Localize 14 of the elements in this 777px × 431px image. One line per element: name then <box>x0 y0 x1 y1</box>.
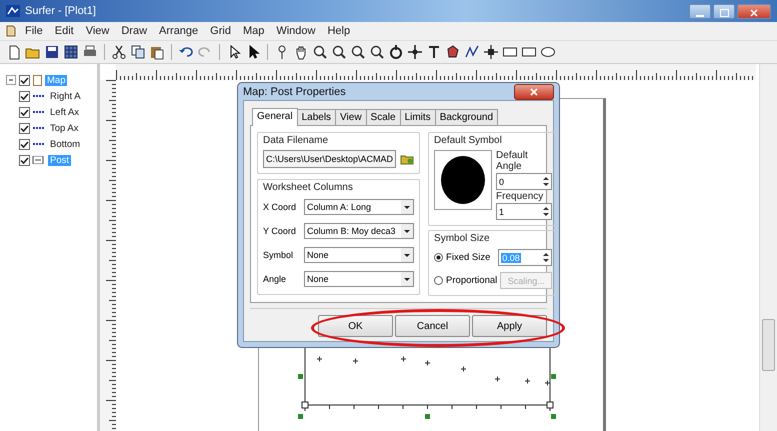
field-label: Symbol <box>263 250 294 260</box>
window-title: Surfer - [Plot1] <box>25 5 96 17</box>
radio-label: Proportional <box>446 275 498 286</box>
field-label: Angle <box>263 274 288 284</box>
field-label: X Coord <box>263 202 298 212</box>
field-label: Y Coord <box>263 226 297 236</box>
group-label: Default Symbol <box>434 135 503 146</box>
group-label: Data Filename <box>263 135 330 146</box>
group-label: Symbol Size <box>434 233 491 244</box>
dialog-title: Map: Post Properties <box>243 86 346 98</box>
field-label: Frequency <box>496 191 544 202</box>
radio-label: Fixed Size <box>446 252 490 263</box>
group-label: Worksheet Columns <box>263 182 354 193</box>
field-label: Default Angle <box>496 150 529 172</box>
